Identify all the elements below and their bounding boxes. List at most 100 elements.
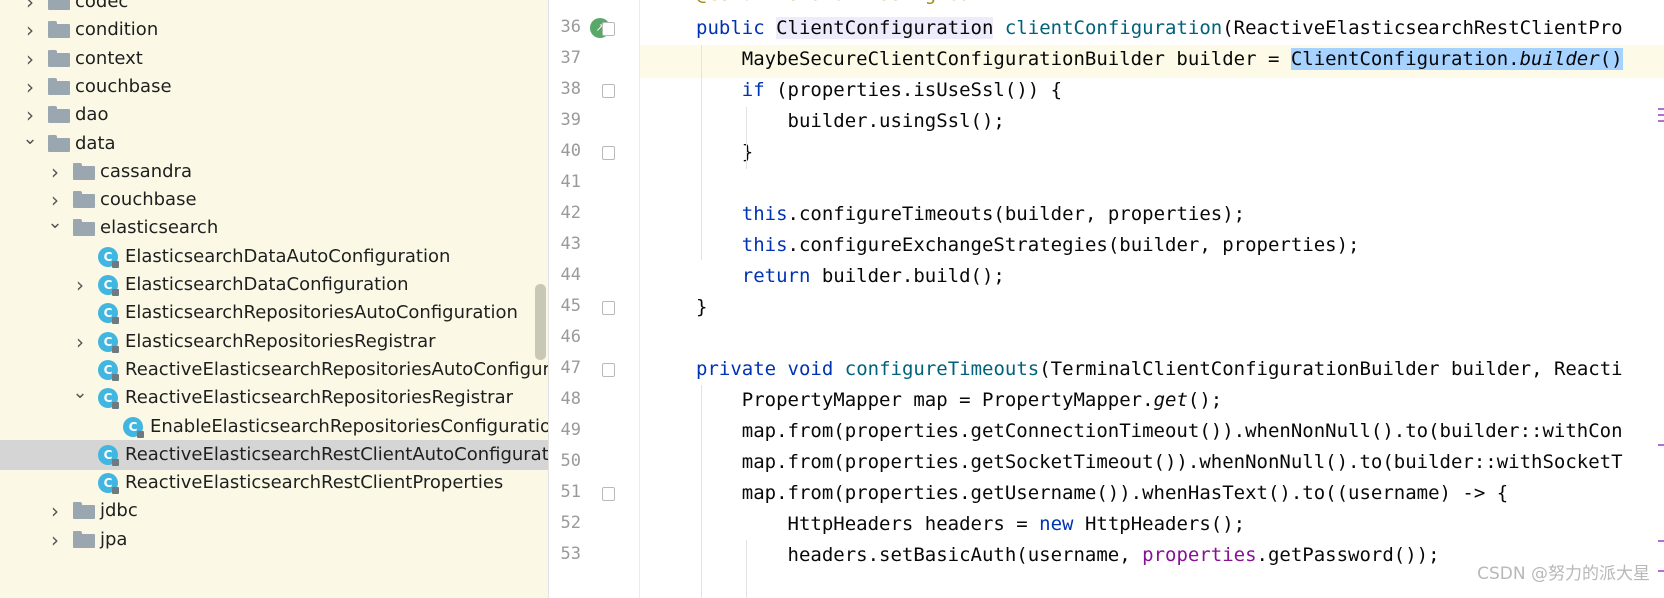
tree-item-label: dao — [75, 104, 109, 126]
line-number: 50 — [560, 451, 581, 471]
code-line[interactable]: map.from(properties.getConnectionTimeout… — [696, 415, 1623, 448]
code-line[interactable]: PropertyMapper map = PropertyMapper.get(… — [696, 384, 1222, 417]
tree-item-label: ElasticsearchDataConfiguration — [125, 274, 409, 295]
editor-gutter: 36 37 38 39 40 41 42 43 44 45 46 47 48 49 50 51 52 53 — [548, 0, 641, 598]
java-class-icon: C — [98, 444, 119, 466]
java-class-icon: C — [98, 303, 119, 325]
tree-item-label: context — [75, 47, 143, 69]
line-number: 42 — [560, 203, 581, 223]
code-line[interactable]: } — [696, 291, 707, 324]
tree-folder-item[interactable]: › couchbase — [0, 185, 548, 215]
fold-toggle-icon[interactable] — [602, 487, 615, 501]
code-line[interactable]: map.from(properties.getUsername()).whenH… — [696, 477, 1508, 510]
chevron-right-icon[interactable]: › — [22, 0, 38, 12]
fold-toggle-icon[interactable] — [602, 84, 615, 98]
code-line[interactable]: MaybeSecureClientConfigurationBuilder bu… — [696, 43, 1623, 76]
tree-item-label: ReactiveElasticsearchRepositoriesAutoCon… — [125, 358, 548, 380]
folder-icon — [48, 77, 70, 95]
tree-folder-item[interactable]: › jdbc — [0, 496, 548, 526]
code-line[interactable]: builder.usingSsl(); — [696, 105, 1005, 138]
tree-class-item[interactable]: C EnableElasticsearchRepositoriesConfigur… — [0, 412, 548, 442]
line-number: 37 — [560, 48, 581, 68]
java-class-icon: C — [98, 246, 119, 268]
line-number: 39 — [560, 110, 581, 130]
folder-icon — [73, 219, 95, 237]
tree-folder-item[interactable]: ⌄ data — [0, 129, 548, 159]
tree-class-item[interactable]: C ReactiveElasticsearchRestClientAutoConf… — [0, 439, 548, 470]
tree-class-item[interactable]: C ReactiveElasticsearchRepositoriesAutoCo… — [0, 355, 548, 385]
code-line[interactable]: HttpHeaders headers = new HttpHeaders(); — [696, 508, 1246, 541]
java-class-icon: C — [98, 388, 119, 410]
folder-icon — [48, 134, 70, 152]
tree-item-label: jpa — [100, 528, 128, 550]
line-number: 49 — [560, 420, 581, 440]
chevron-right-icon[interactable]: › — [47, 190, 63, 210]
line-number: 46 — [560, 327, 581, 347]
chevron-right-icon[interactable]: › — [47, 162, 63, 182]
tree-folder-item[interactable]: › cassandra — [0, 157, 548, 187]
fold-toggle-icon[interactable] — [602, 301, 615, 315]
chevron-right-icon[interactable]: › — [22, 77, 38, 97]
chevron-right-icon[interactable]: › — [22, 105, 38, 125]
tree-class-item[interactable]: C ReactiveElasticsearchRestClientProperti… — [0, 468, 548, 498]
line-number: 53 — [560, 544, 581, 564]
tree-folder-item[interactable]: › context — [0, 44, 548, 74]
code-line[interactable]: private void configureTimeouts(TerminalC… — [696, 353, 1623, 386]
tree-item-label: couchbase — [75, 75, 172, 97]
tree-class-item[interactable]: C ElasticsearchRepositoriesAutoConfigurat… — [0, 298, 548, 328]
code-editor[interactable]: @ConditionalOnMissingBeanpublic ClientCo… — [640, 0, 1664, 598]
java-class-icon: C — [98, 275, 119, 296]
tree-scrollbar[interactable] — [535, 284, 546, 360]
chevron-down-icon[interactable]: ⌄ — [22, 129, 38, 148]
tree-item-label: jdbc — [100, 500, 138, 522]
tree-item-label: condition — [75, 19, 159, 41]
tree-class-item[interactable]: › C ElasticsearchDataConfiguration — [0, 270, 548, 300]
tree-folder-item[interactable]: › dao — [0, 100, 548, 130]
folder-icon — [73, 530, 95, 548]
tree-item-label: ReactiveElasticsearchRestClientPropertie… — [125, 472, 504, 494]
line-number: 48 — [560, 389, 581, 409]
chevron-right-icon[interactable]: › — [47, 501, 63, 521]
line-number: 36 — [560, 17, 581, 37]
code-line[interactable]: headers.setBasicAuth(username, propertie… — [696, 539, 1440, 572]
tree-folder-item[interactable]: › couchbase — [0, 72, 548, 102]
code-line[interactable]: return builder.build(); — [696, 260, 1005, 293]
tree-class-item[interactable]: ⌄ C ReactiveElasticsearchRepositoriesRegis… — [0, 383, 548, 413]
chevron-right-icon[interactable]: › — [72, 275, 88, 295]
code-line[interactable]: } — [696, 136, 753, 169]
chevron-right-icon[interactable]: › — [22, 49, 38, 69]
code-line-partial: @ConditionalOnMissingBean — [696, 0, 982, 11]
chevron-down-icon[interactable]: ⌄ — [72, 384, 88, 402]
code-line[interactable]: public ClientConfiguration clientConfigu… — [696, 12, 1623, 45]
tree-folder-item[interactable]: › condition — [0, 15, 548, 45]
chevron-right-icon[interactable]: › — [47, 530, 63, 550]
fold-toggle-icon[interactable] — [602, 146, 615, 160]
fold-toggle-icon[interactable] — [602, 363, 615, 377]
folder-icon — [73, 191, 95, 209]
tree-item-label: ElasticsearchRepositoriesAutoConfigurati… — [125, 302, 518, 324]
tree-folder-item[interactable]: ⌄ elasticsearch — [0, 213, 548, 243]
code-line[interactable]: map.from(properties.getSocketTimeout()).… — [696, 446, 1623, 479]
line-number: 45 — [560, 296, 581, 316]
fold-toggle-icon[interactable] — [602, 22, 615, 36]
java-class-icon: C — [123, 416, 144, 438]
indent-guide — [746, 107, 747, 169]
code-line[interactable]: this.configureTimeouts(builder, properti… — [696, 198, 1245, 231]
scroll-marker — [1658, 120, 1664, 122]
scroll-marker — [1658, 108, 1664, 110]
folder-icon — [73, 502, 95, 520]
code-line[interactable]: this.configureExchangeStrategies(builder… — [696, 229, 1360, 262]
watermark: CSDN @努力的派大星 — [1477, 564, 1650, 584]
tree-class-item[interactable]: C ElasticsearchDataAutoConfiguration — [0, 242, 548, 272]
tree-item-label: ReactiveElasticsearchRepositoriesRegistr… — [125, 387, 513, 409]
tree-class-item[interactable]: › C ElasticsearchRepositoriesRegistrar — [0, 327, 548, 357]
folder-icon — [48, 0, 70, 10]
code-line[interactable]: if (properties.isUseSsl()) { — [696, 74, 1062, 107]
chevron-right-icon[interactable]: › — [22, 20, 38, 40]
tree-folder-item[interactable]: › jpa — [0, 525, 548, 555]
chevron-right-icon[interactable]: › — [72, 332, 88, 352]
folder-icon — [48, 21, 70, 39]
chevron-down-icon[interactable]: ⌄ — [47, 214, 63, 232]
scroll-marker — [1658, 444, 1664, 446]
tree-item-label: ElasticsearchRepositoriesRegistrar — [125, 330, 436, 352]
